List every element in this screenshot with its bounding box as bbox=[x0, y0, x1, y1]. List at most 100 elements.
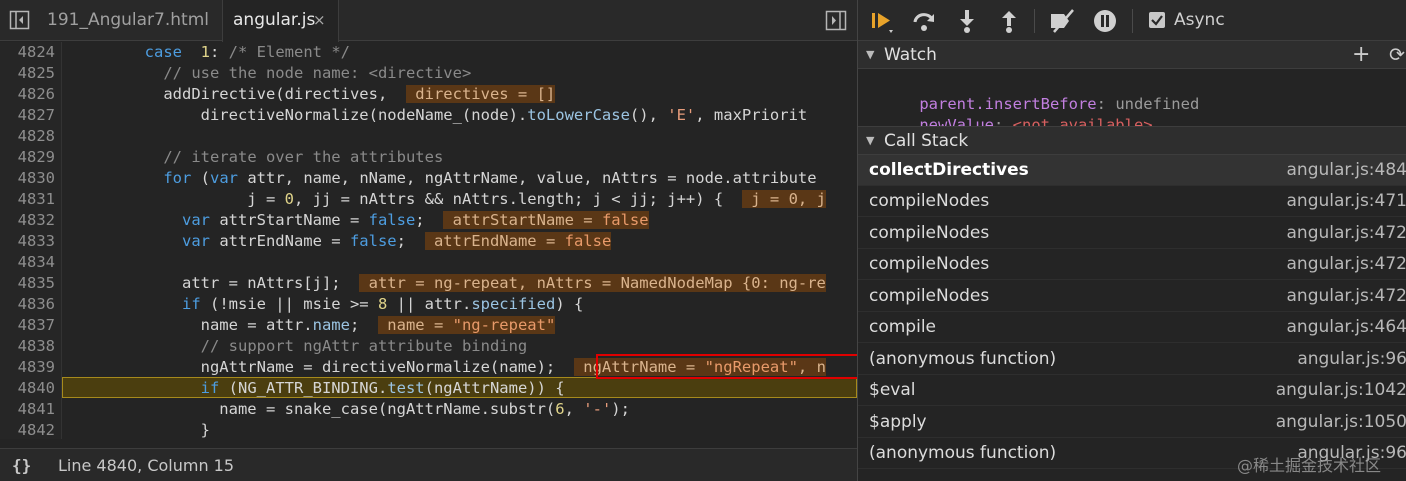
frame-function: compileNodes bbox=[869, 223, 990, 243]
frame-location[interactable]: angular.js:464 bbox=[1287, 312, 1406, 343]
step-over-icon[interactable] bbox=[911, 8, 937, 34]
line-number[interactable]: 4838 bbox=[0, 336, 55, 357]
code-line[interactable]: addDirective(directives, directives = [] bbox=[70, 84, 556, 105]
deactivate-breakpoints-icon[interactable] bbox=[1048, 8, 1074, 34]
code-line[interactable]: case 1: /* Element */ bbox=[70, 42, 350, 63]
refresh-icon[interactable]: ⟳ bbox=[1389, 41, 1405, 69]
inline-variable-value: name = "ng-repeat" bbox=[377, 316, 556, 334]
toolbar-separator bbox=[1132, 9, 1133, 33]
line-number[interactable]: 4824 bbox=[0, 42, 55, 63]
pause-on-exceptions-icon[interactable] bbox=[1092, 8, 1118, 34]
call-frame[interactable]: (anonymous function) angular.js:96 bbox=[858, 344, 1406, 375]
code-line[interactable]: directiveNormalize(nodeName_(node).toLow… bbox=[70, 105, 808, 126]
frame-function: $eval bbox=[869, 380, 916, 400]
watch-title: Watch bbox=[884, 45, 937, 65]
frame-location[interactable]: angular.js:1042 bbox=[1276, 375, 1406, 406]
frame-location[interactable]: angular.js:484 bbox=[1287, 155, 1406, 186]
frame-function: $apply bbox=[869, 412, 927, 432]
code-line[interactable]: } bbox=[70, 420, 210, 439]
call-frame[interactable]: compileNodes angular.js:471 bbox=[858, 186, 1406, 217]
code-line[interactable]: for (var attr, name, nName, ngAttrName, … bbox=[70, 168, 816, 189]
frame-function: compileNodes bbox=[869, 191, 990, 211]
resume-icon[interactable] bbox=[869, 8, 895, 34]
code-line[interactable]: if (!msie || msie >= 8 || attr.specified… bbox=[70, 294, 583, 315]
cursor-position: Line 4840, Column 15 bbox=[58, 456, 235, 475]
call-frame[interactable]: collectDirectives angular.js:484 bbox=[858, 155, 1406, 186]
frame-location[interactable]: angular.js:472 bbox=[1287, 281, 1406, 312]
frame-location[interactable]: angular.js:472 bbox=[1287, 218, 1406, 249]
frame-location[interactable]: angular.js:1050 bbox=[1276, 407, 1406, 438]
frame-function: compileNodes bbox=[869, 286, 990, 306]
frame-function: compileNodes bbox=[869, 254, 990, 274]
annotation-red-box bbox=[596, 354, 857, 379]
frame-function: (anonymous function) bbox=[869, 443, 1057, 463]
code-line[interactable]: attr = nAttrs[j]; attr = ng-repeat, nAtt… bbox=[70, 273, 826, 294]
frame-location[interactable]: angular.js:471 bbox=[1287, 186, 1406, 217]
call-frame[interactable]: compileNodes angular.js:472 bbox=[858, 281, 1406, 312]
tab-label: angular.js bbox=[233, 10, 316, 30]
line-number[interactable]: 4835 bbox=[0, 273, 55, 294]
navigator-toggle-icon[interactable] bbox=[9, 10, 30, 30]
line-number[interactable]: 4832 bbox=[0, 210, 55, 231]
debugger-sidebar: Async ▼ Watch + ⟳ parent.insertBefore: u… bbox=[857, 0, 1406, 481]
code-line[interactable]: var attrStartName = false; attrStartName… bbox=[70, 210, 649, 231]
line-number[interactable]: 4834 bbox=[0, 252, 55, 273]
async-label: Async bbox=[1174, 10, 1225, 30]
code-line[interactable]: var attrEndName = false; attrEndName = f… bbox=[70, 231, 612, 252]
line-number[interactable]: 4827 bbox=[0, 105, 55, 126]
line-number[interactable]: 4830 bbox=[0, 168, 55, 189]
line-number[interactable]: 4826 bbox=[0, 84, 55, 105]
code-line[interactable]: if (NG_ATTR_BINDING.test(ngAttrName)) { bbox=[70, 378, 565, 399]
watch-section-header[interactable]: ▼ Watch + ⟳ bbox=[858, 40, 1406, 69]
line-number[interactable]: 4840 bbox=[0, 378, 55, 399]
line-number[interactable]: 4841 bbox=[0, 399, 55, 420]
call-frame[interactable]: $apply angular.js:1050 bbox=[858, 407, 1406, 438]
editor-status-bar: {} Line 4840, Column 15 bbox=[0, 448, 857, 481]
inline-variable-value: attrStartName = false bbox=[443, 211, 649, 229]
code-line[interactable]: j = 0, jj = nAttrs && nAttrs.length; j <… bbox=[70, 189, 826, 210]
step-into-icon[interactable] bbox=[954, 8, 980, 34]
debugger-sidebar-toggle-icon[interactable] bbox=[825, 10, 847, 31]
code-line[interactable]: // use the node name: <directive> bbox=[70, 63, 471, 84]
code-editor[interactable]: 4824 4825 4826 4827 4828 4829 4830 4831 … bbox=[0, 42, 857, 439]
tab-angular-js[interactable]: angular.js × bbox=[222, 0, 339, 42]
add-watch-icon[interactable]: + bbox=[1352, 41, 1370, 69]
frame-function: (anonymous function) bbox=[869, 349, 1057, 369]
call-frame[interactable]: compileNodes angular.js:472 bbox=[858, 249, 1406, 280]
step-out-icon[interactable] bbox=[996, 8, 1022, 34]
toolbar-separator bbox=[1034, 9, 1035, 33]
line-number[interactable]: 4837 bbox=[0, 315, 55, 336]
line-number[interactable]: 4825 bbox=[0, 63, 55, 84]
code-line[interactable]: // support ngAttr attribute binding bbox=[70, 336, 528, 357]
call-frame[interactable]: compileNodes angular.js:472 bbox=[858, 218, 1406, 249]
line-number[interactable]: 4831 bbox=[0, 189, 55, 210]
call-frame[interactable]: $eval angular.js:1042 bbox=[858, 375, 1406, 406]
inline-variable-value: attrEndName = false bbox=[424, 232, 612, 250]
code-line[interactable]: name = snake_case(ngAttrName.substr(6, '… bbox=[70, 399, 630, 420]
editor-tab-bar: 191_Angular7.html angular.js × bbox=[0, 0, 857, 42]
code-line[interactable]: name = attr.name; name = "ng-repeat" bbox=[70, 315, 556, 336]
frame-function: compile bbox=[869, 317, 937, 337]
frame-location[interactable]: angular.js:96 bbox=[1297, 344, 1406, 375]
line-number[interactable]: 4839 bbox=[0, 357, 55, 378]
call-stack-section-header[interactable]: ▼ Call Stack bbox=[858, 126, 1406, 155]
inline-variable-value: attr = ng-repeat, nAttrs = NamedNodeMap … bbox=[359, 274, 826, 292]
expand-triangle-icon: ▼ bbox=[866, 48, 875, 61]
frame-location[interactable]: angular.js:472 bbox=[1287, 249, 1406, 280]
watermark: @稀土掘金技术社区 bbox=[1237, 456, 1382, 475]
line-number[interactable]: 4833 bbox=[0, 231, 55, 252]
inline-variable-value: j = 0, j bbox=[741, 190, 826, 208]
call-stack-title: Call Stack bbox=[884, 131, 969, 151]
line-number[interactable]: 4829 bbox=[0, 147, 55, 168]
line-number[interactable]: 4836 bbox=[0, 294, 55, 315]
debugger-toolbar: Async bbox=[858, 0, 1406, 41]
frame-function: collectDirectives bbox=[869, 160, 1029, 180]
code-line[interactable]: // iterate over the attributes bbox=[70, 147, 443, 168]
close-icon[interactable]: × bbox=[313, 0, 326, 41]
pretty-print-icon[interactable]: {} bbox=[12, 449, 31, 481]
call-frame[interactable]: compile angular.js:464 bbox=[858, 312, 1406, 343]
line-number[interactable]: 4828 bbox=[0, 126, 55, 147]
async-checkbox[interactable] bbox=[1149, 12, 1165, 28]
line-number[interactable]: 4842 bbox=[0, 420, 55, 439]
tab-191-angular7-html[interactable]: 191_Angular7.html bbox=[37, 0, 222, 41]
